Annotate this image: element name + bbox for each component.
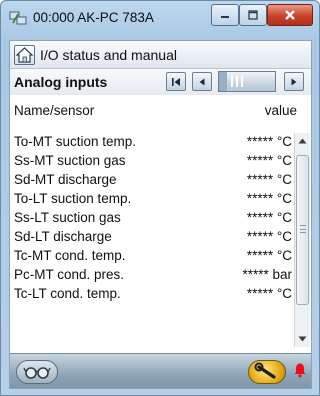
list-item[interactable]: Tc-MT cond. temp. ***** °C (10, 247, 294, 266)
screen-title: I/O status and manual (40, 47, 177, 63)
screen-header: I/O status and manual (10, 41, 311, 69)
list-item[interactable]: To-LT suction temp. ***** °C (10, 190, 294, 209)
column-header-value: value (264, 103, 297, 118)
sensor-value: ***** °C (246, 248, 292, 263)
page-indicator-bars (231, 76, 243, 87)
list-item[interactable]: Tc-LT cond. temp. ***** °C (10, 285, 294, 304)
close-icon (285, 10, 295, 20)
sensor-value: ***** °C (246, 210, 292, 225)
page-indicator (218, 71, 276, 92)
previous-page-icon (199, 78, 205, 85)
client-area: I/O status and manual Analog inputs Name… (9, 40, 312, 389)
sensor-name: Tc-LT cond. temp. (14, 286, 121, 301)
sensor-value: ***** °C (246, 286, 292, 301)
alarm-bell-icon[interactable] (293, 362, 307, 378)
wrench-icon (254, 362, 276, 379)
scroll-thumb[interactable] (296, 155, 309, 305)
list-item[interactable]: Ss-LT suction gas ***** °C (10, 209, 294, 228)
minimize-button[interactable] (211, 4, 239, 26)
sensor-value: ***** °C (246, 134, 292, 149)
sensor-value: ***** °C (246, 229, 292, 244)
list-item[interactable]: To-MT suction temp. ***** °C (10, 133, 294, 152)
sensor-name: Ss-LT suction gas (14, 210, 121, 225)
sensor-value: ***** °C (246, 153, 292, 168)
scroll-grip-icon (300, 225, 306, 233)
scroll-up-icon (298, 138, 307, 144)
window-title: 00:000 AK-PC 783A (33, 10, 154, 25)
view-button[interactable] (16, 360, 58, 384)
next-page-button[interactable] (284, 72, 304, 91)
list-item[interactable]: Sd-LT discharge ***** °C (10, 228, 294, 247)
sensor-name: To-MT suction temp. (14, 134, 137, 149)
sensor-value: ***** °C (246, 172, 292, 187)
previous-page-button[interactable] (192, 72, 212, 91)
home-button[interactable] (14, 45, 35, 65)
footer-bar (10, 353, 311, 388)
scroll-down-icon (298, 336, 307, 342)
list-item[interactable]: Pc-MT cond. pres. ***** bar (10, 266, 294, 285)
sensor-value: ***** °C (246, 191, 292, 206)
minimize-icon (221, 16, 229, 18)
title-bar[interactable]: 00:000 AK-PC 783A (1, 1, 319, 35)
analog-input-list: To-MT suction temp. ***** °C Ss-MT sucti… (10, 133, 294, 347)
close-button[interactable] (267, 4, 313, 26)
first-page-button[interactable] (166, 72, 186, 91)
column-header-name: Name/sensor (14, 103, 95, 118)
glasses-icon (23, 367, 51, 379)
sensor-name: Sd-MT discharge (14, 172, 117, 187)
maximize-button[interactable] (239, 4, 267, 26)
home-icon (15, 47, 34, 63)
maximize-icon (248, 10, 258, 20)
list-item[interactable]: Sd-MT discharge ***** °C (10, 171, 294, 190)
section-bar: Analog inputs (10, 69, 311, 95)
scroll-up-button[interactable] (295, 133, 310, 149)
next-page-icon (291, 78, 297, 85)
sensor-value: ***** bar (242, 267, 292, 282)
sensor-name: Ss-MT suction gas (14, 153, 126, 168)
service-tool-button[interactable] (248, 360, 286, 384)
sensor-name: Tc-MT cond. temp. (14, 248, 126, 263)
list-scrollbar[interactable] (294, 133, 310, 347)
first-page-icon (172, 77, 180, 86)
sensor-name: Sd-LT discharge (14, 229, 112, 244)
section-title: Analog inputs (14, 74, 108, 90)
network-icon (9, 11, 27, 25)
sensor-name: To-LT suction temp. (14, 191, 132, 206)
app-window: 00:000 AK-PC 783A I/O status and manual … (0, 0, 320, 396)
sensor-name: Pc-MT cond. pres. (14, 267, 125, 282)
scroll-down-button[interactable] (295, 331, 310, 347)
list-item[interactable]: Ss-MT suction gas ***** °C (10, 152, 294, 171)
